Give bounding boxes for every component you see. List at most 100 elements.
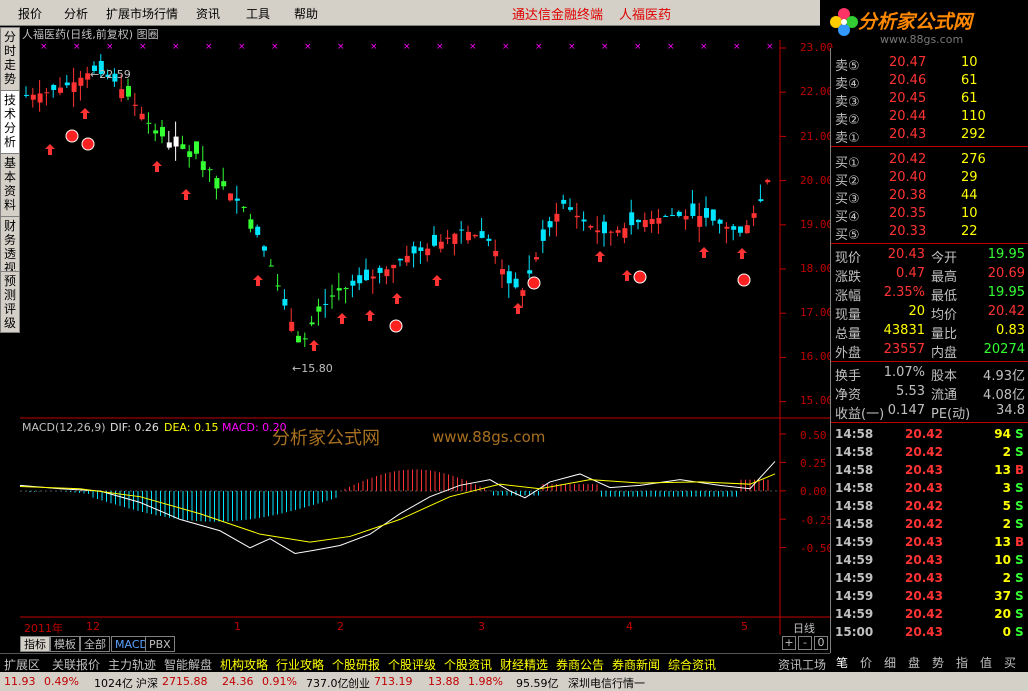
func-stock-news[interactable]: 个股资讯 [444,656,492,673]
menu-analysis[interactable]: 分析 [64,5,88,22]
candle-body [58,87,63,93]
panel-tab-trend[interactable]: 势 [932,654,944,671]
fundamental-row: 净资 5.53 流通 4.08亿 [831,383,1028,403]
bid-volume: 10 [961,206,978,221]
sz-value: 2715.88 [162,675,208,688]
quote-row: 现价 20.43 今开 19.95 [831,246,1028,266]
bid-row[interactable]: 买⑤ 20.33 22 [831,223,1028,243]
ask-row[interactable]: 卖④ 20.46 61 [831,72,1028,92]
buy-arrow-icon [181,189,191,200]
side-tab-technical[interactable]: 技 术 分 析 [0,90,20,154]
tick-time: 14:59 [835,535,874,549]
ask-label: 卖① [835,131,860,146]
fund-label: 净资 [835,388,862,403]
candle-body [404,255,410,263]
top-marker: × [172,42,180,52]
buy-arrow-icon [253,275,263,286]
top-marker: × [106,42,114,52]
side-tab-financials[interactable]: 财 务 透 视 [0,216,20,278]
side-tab-fundamentals[interactable]: 基 本 资 料 [0,153,20,217]
quote-label: 今开 [931,251,958,266]
candle-body [64,82,70,86]
panel-tab-trades[interactable]: 笔 [836,654,848,671]
func-related-quote[interactable]: 关联报价 [52,656,100,673]
panel-tabs: 笔 价 细 盘 势 指 值 买 [830,653,1028,671]
fund-label: PE(动) [931,407,971,422]
candle-body [452,233,458,244]
side-tab-intraday[interactable]: 分 时 走 势 [0,27,20,91]
sz-pct: 0.91% [262,675,297,688]
panel-tab-detail[interactable]: 细 [884,654,896,671]
buy-arrow-icon [392,293,402,304]
price-axis-label: 20.00 [800,174,834,187]
menu-extended-market[interactable]: 扩展市场行情 [106,5,178,22]
tick-volume: 5 [1002,499,1011,513]
tick-volume: 20 [994,607,1011,621]
menu-help[interactable]: 帮助 [294,5,318,22]
func-main-force[interactable]: 主力轨迹 [108,656,156,673]
candle-body [166,142,172,148]
candle-body [119,89,125,99]
func-news-factory[interactable]: 资讯工场 [778,656,826,673]
buy-arrow-icon [45,144,55,155]
bid-row[interactable]: 买③ 20.38 44 [831,187,1028,207]
panel-tab-index[interactable]: 指 [956,654,968,671]
func-research[interactable]: 个股研报 [332,656,380,673]
macd-axis-label: 0.25 [800,457,827,470]
tab-template[interactable]: 模板 [50,636,80,652]
candle-body [24,94,29,96]
zoom-out-button[interactable]: - [798,636,812,650]
func-industry[interactable]: 行业攻略 [276,656,324,673]
tick-time: 14:59 [835,553,874,567]
func-smart-analysis[interactable]: 智能解盘 [164,656,212,673]
sz-amount: 737.0亿 [306,677,349,690]
date-label: 2011年 [24,622,63,635]
func-broker-notice[interactable]: 券商公告 [556,656,604,673]
candle-body [377,267,383,273]
candle-body [384,269,390,277]
quote-row: 涨跌 0.47 最高 20.69 [831,265,1028,285]
bid-row[interactable]: 买① 20.42 276 [831,151,1028,171]
candle-body [289,321,295,331]
bid-row[interactable]: 买④ 20.35 10 [831,205,1028,225]
price-chart[interactable]: × × × × × × × × × × × × × × × × × × × × × × × ←22.59 ←15.80 [20,40,830,640]
bid-row[interactable]: 买② 20.40 29 [831,169,1028,189]
tick-price: 20.43 [905,463,943,477]
func-finance-picks[interactable]: 财经精选 [500,656,548,673]
watermark-url: www.88gs.com [432,428,546,446]
indicator-tabs: 指标 模板 全部 MACD PBX [20,636,780,652]
func-institution[interactable]: 机构攻略 [220,656,268,673]
menu-quote[interactable]: 报价 [18,5,42,22]
panel-tab-price[interactable]: 价 [860,654,872,671]
quote-value: 2.35% [883,285,925,300]
func-extended-area[interactable]: 扩展区 [4,656,40,673]
side-tab-rating[interactable]: 预 测 评 级 [0,271,20,333]
tab-pbx[interactable]: PBX [145,636,175,652]
watermark-text: 分析家公式网 [272,428,380,449]
candle-body [459,229,465,231]
price-axis-label: 21.00 [800,130,834,143]
low-price-label: ←15.80 [292,362,333,375]
panel-tab-buy[interactable]: 买 [1004,654,1016,671]
date-label: 2 [337,620,344,633]
tab-indicator[interactable]: 指标 [20,636,50,652]
zoom-in-button[interactable]: + [782,636,796,650]
ask-row[interactable]: 卖② 20.44 110 [831,108,1028,128]
func-rating[interactable]: 个股评级 [388,656,436,673]
panel-tab-value[interactable]: 值 [980,654,992,671]
panel-tab-book[interactable]: 盘 [908,654,920,671]
tick-time: 14:59 [835,589,874,603]
tab-all[interactable]: 全部 [80,636,110,652]
menu-tools[interactable]: 工具 [246,5,270,22]
candle-body [602,221,607,234]
ask-row[interactable]: 卖⑤ 20.47 10 [831,54,1028,74]
func-general-news[interactable]: 综合资讯 [668,656,716,673]
macd-dif: DIF: 0.26 [110,421,159,434]
ask-row[interactable]: 卖③ 20.45 61 [831,90,1028,110]
ask-row[interactable]: 卖① 20.43 292 [831,126,1028,146]
reset-button[interactable]: 0 [814,636,828,650]
ask-volume: 110 [961,109,986,124]
tick-price: 20.43 [905,553,943,567]
menu-news[interactable]: 资讯 [196,5,220,22]
func-broker-news[interactable]: 券商新闻 [612,656,660,673]
